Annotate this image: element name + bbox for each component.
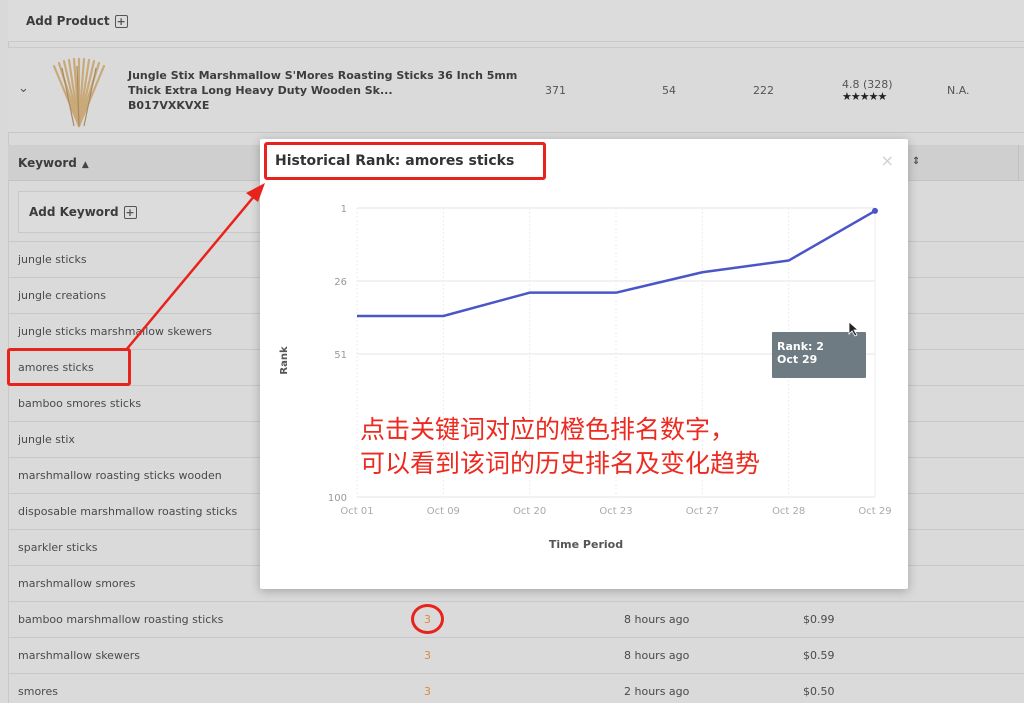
product-title-line1: Jungle Stix Marshmallow S'Mores Roasting… bbox=[128, 69, 518, 82]
keyword-cell[interactable]: marshmallow skewers bbox=[18, 649, 140, 662]
sort-icon[interactable]: ▲︎ bbox=[82, 160, 89, 170]
x-axis-label: Time Period bbox=[549, 538, 623, 551]
chevron-down-icon[interactable]: ⌄ bbox=[18, 81, 29, 96]
annotation-line1: 点击关键词对应的橙色排名数字， bbox=[360, 415, 736, 444]
x-tick-label: Oct 01 bbox=[340, 506, 373, 517]
cpc-cell: $0.99 bbox=[803, 613, 835, 626]
add-product-button[interactable]: Add Product + bbox=[26, 14, 128, 28]
y-tick-label: 26 bbox=[334, 277, 347, 288]
keyword-cell[interactable]: jungle creations bbox=[18, 289, 106, 302]
plus-icon: + bbox=[123, 205, 137, 219]
product-asin: B017VXKVXE bbox=[128, 99, 210, 112]
product-metric-3: 222 bbox=[753, 84, 774, 97]
add-product-bar: Add Product + bbox=[8, 0, 1024, 42]
updated-cell: 8 hours ago bbox=[624, 613, 690, 626]
product-metric-2: 54 bbox=[662, 84, 676, 97]
keyword-column-header[interactable]: Keyword ▲︎ bbox=[18, 156, 89, 170]
keyword-cell[interactable]: smores bbox=[18, 685, 58, 698]
mouse-cursor-icon bbox=[848, 321, 860, 337]
keyword-cell[interactable]: jungle stix bbox=[18, 433, 75, 446]
y-axis-label: Rank bbox=[279, 346, 290, 375]
sort-icon[interactable]: ⇕ bbox=[912, 156, 920, 167]
data-point bbox=[872, 207, 878, 214]
cpc-cell: $0.50 bbox=[803, 685, 835, 698]
column-divider bbox=[1018, 145, 1019, 181]
plus-icon: + bbox=[114, 14, 128, 28]
keyword-header-label: Keyword bbox=[18, 156, 77, 170]
product-thumbnail bbox=[52, 57, 106, 128]
historical-rank-modal: Historical Rank: amores sticks × 1 26 51 10… bbox=[260, 139, 908, 589]
keyword-cell[interactable]: marshmallow smores bbox=[18, 577, 135, 590]
tooltip-date: Oct 29 bbox=[777, 353, 818, 366]
cpc-cell: $0.59 bbox=[803, 649, 835, 662]
keyword-cell[interactable]: jungle sticks bbox=[18, 253, 87, 266]
keyword-cell[interactable]: marshmallow roasting sticks wooden bbox=[18, 469, 222, 482]
keyword-cell[interactable]: bamboo marshmallow roasting sticks bbox=[18, 613, 223, 626]
product-metric-1: 371 bbox=[545, 84, 566, 97]
product-title-line2: Thick Extra Long Heavy Duty Wooden Sk... bbox=[128, 84, 393, 97]
x-tick-label: Oct 09 bbox=[427, 506, 460, 517]
keyword-cell[interactable]: bamboo smores sticks bbox=[18, 397, 141, 410]
product-rating: 4.8 (328) ★★★★★ bbox=[842, 78, 893, 103]
product-row: ⌄ Jungle Stix Marshmallow S'Mores Roasti… bbox=[8, 47, 1024, 133]
product-last-col: N.A. bbox=[947, 84, 970, 97]
y-tick-label: 1 bbox=[341, 204, 347, 215]
keyword-cell[interactable]: jungle sticks marshmallow skewers bbox=[18, 325, 212, 338]
x-tick-label: Oct 20 bbox=[513, 506, 546, 517]
x-tick-label: Oct 23 bbox=[599, 506, 632, 517]
table-row: bamboo marshmallow roasting sticks 3 8 hou… bbox=[8, 601, 1024, 637]
annotation-line2: 可以看到该词的历史排名及变化趋势 bbox=[360, 449, 761, 478]
keyword-cell[interactable]: disposable marshmallow roasting sticks bbox=[18, 505, 237, 518]
x-tick-label: Oct 29 bbox=[858, 506, 891, 517]
title-highlight-box bbox=[264, 142, 546, 180]
rank-cell[interactable]: 3 bbox=[424, 685, 431, 698]
annotation-text: 点击关键词对应的橙色排名数字， 可以看到该词的历史排名及变化趋势 bbox=[360, 413, 760, 481]
x-tick-label: Oct 27 bbox=[686, 506, 719, 517]
updated-cell: 8 hours ago bbox=[624, 649, 690, 662]
add-keyword-label: Add Keyword bbox=[29, 205, 119, 219]
keyword-cell[interactable]: sparkler sticks bbox=[18, 541, 97, 554]
tooltip-rank: Rank: 2 bbox=[777, 340, 824, 353]
product-title[interactable]: Jungle Stix Marshmallow S'Mores Roasting… bbox=[128, 68, 528, 113]
keyword-highlight-box bbox=[7, 348, 131, 386]
table-row: marshmallow skewers 3 8 hours ago $0.59 bbox=[8, 637, 1024, 673]
rank-cell[interactable]: 3 bbox=[424, 649, 431, 662]
y-tick-label: 51 bbox=[334, 350, 347, 361]
add-keyword-button[interactable]: Add Keyword + bbox=[29, 205, 137, 219]
x-tick-label: Oct 28 bbox=[772, 506, 805, 517]
star-rating-icon: ★★★★★ bbox=[842, 90, 887, 103]
chart-tooltip: Rank: 2 Oct 29 bbox=[772, 332, 866, 378]
y-tick-label: 100 bbox=[328, 493, 347, 504]
add-product-label: Add Product bbox=[26, 14, 110, 28]
updated-cell: 2 hours ago bbox=[624, 685, 690, 698]
table-row: smores 3 2 hours ago $0.50 bbox=[8, 673, 1024, 703]
rank-highlight-circle bbox=[411, 604, 444, 634]
